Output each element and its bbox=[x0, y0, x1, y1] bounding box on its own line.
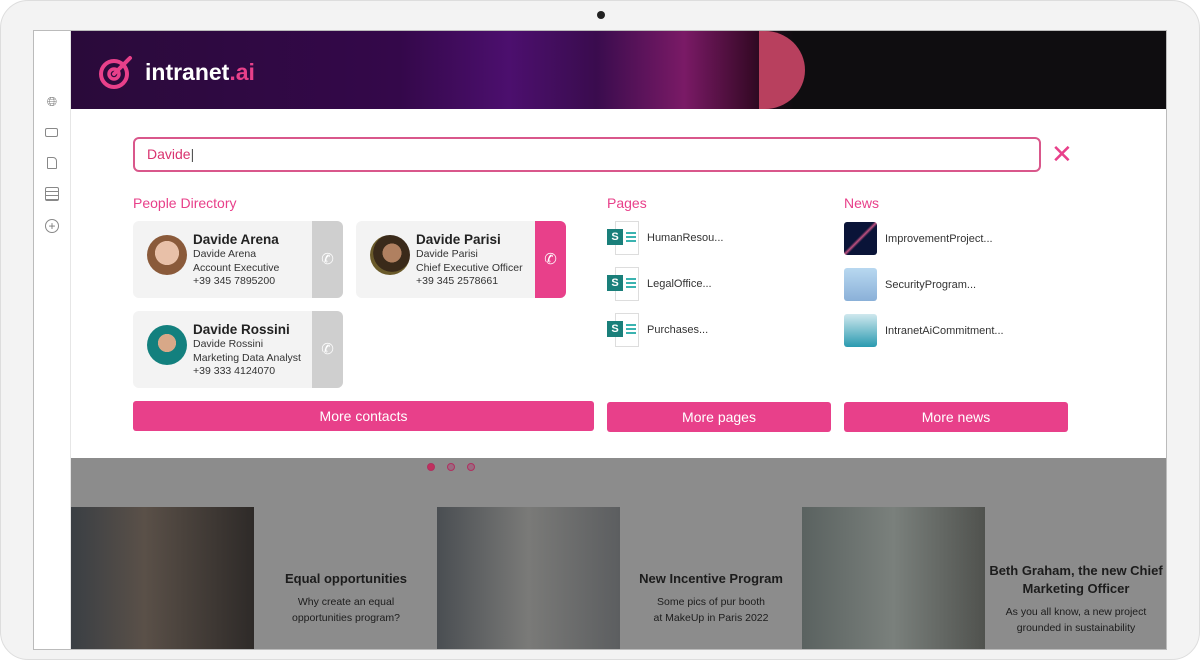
add-circle-icon[interactable]: + bbox=[45, 219, 59, 233]
avatar bbox=[147, 325, 187, 365]
contact-role: Account Executive bbox=[193, 261, 280, 274]
sharepoint-icon: S bbox=[607, 221, 639, 255]
contact-name: Davide Arena bbox=[193, 232, 279, 247]
page-item[interactable]: S HumanResou... bbox=[607, 221, 723, 255]
phone-icon[interactable]: ✆ bbox=[312, 221, 343, 298]
news-item[interactable]: SecurityProgram... bbox=[844, 268, 976, 301]
carousel-dot[interactable] bbox=[427, 463, 435, 471]
news-thumbnail bbox=[844, 268, 877, 301]
logo-icon bbox=[99, 56, 132, 89]
contact-role: Marketing Data Analyst bbox=[193, 351, 301, 364]
people-directory-title: People Directory bbox=[133, 195, 237, 211]
avatar bbox=[370, 235, 410, 275]
avatar bbox=[147, 235, 187, 275]
news-item[interactable]: ImprovementProject... bbox=[844, 222, 993, 255]
news-card-text: New Incentive Program Some pics of pur bo… bbox=[639, 571, 783, 624]
brand-name: intranet bbox=[145, 58, 230, 85]
sharepoint-icon: S bbox=[607, 313, 639, 347]
contact-display: Davide Rossini bbox=[193, 338, 264, 350]
search-input[interactable]: Davide| bbox=[133, 137, 1041, 172]
phone-icon[interactable]: ✆ bbox=[535, 221, 566, 298]
sharepoint-icon: S bbox=[607, 267, 639, 301]
contact-display: Davide Parisi bbox=[416, 248, 478, 260]
globe-icon[interactable]: 🌐︎ bbox=[45, 95, 59, 109]
news-image[interactable] bbox=[802, 507, 985, 649]
page-item[interactable]: S Purchases... bbox=[607, 313, 708, 347]
phone-icon[interactable]: ✆ bbox=[312, 311, 343, 388]
more-news-button[interactable]: More news bbox=[844, 402, 1068, 432]
close-icon[interactable]: ✕ bbox=[1051, 141, 1073, 167]
contact-display: Davide Arena bbox=[193, 248, 257, 260]
id-card-icon[interactable] bbox=[45, 128, 58, 137]
contact-card[interactable]: Davide Rossini Davide Rossini Marketing Da… bbox=[133, 311, 343, 388]
pages-title: Pages bbox=[607, 195, 647, 211]
news-image[interactable] bbox=[437, 507, 620, 649]
news-item[interactable]: IntranetAiCommitment... bbox=[844, 314, 1004, 347]
contact-phone: +39 345 7895200 bbox=[193, 275, 276, 287]
news-card-text: Equal opportunities Why create an equal op… bbox=[284, 571, 408, 624]
page-item[interactable]: S LegalOffice... bbox=[607, 267, 712, 301]
contact-role: Chief Executive Officer bbox=[416, 261, 523, 274]
document-icon[interactable] bbox=[47, 157, 57, 169]
search-panel: Davide| ✕ People Directory Davide Arena D… bbox=[71, 109, 1166, 458]
sidebar: 🌐︎ + bbox=[34, 31, 71, 649]
news-thumbnail bbox=[844, 314, 877, 347]
database-icon[interactable] bbox=[45, 187, 59, 201]
banner-stripe bbox=[759, 31, 805, 109]
camera bbox=[597, 11, 605, 19]
news-card-text: Beth Graham, the new Chief Marketing Off… bbox=[989, 563, 1163, 634]
more-pages-button[interactable]: More pages bbox=[607, 402, 831, 432]
contact-card[interactable]: Davide Parisi Davide Parisi Chief Executiv… bbox=[356, 221, 566, 298]
contact-phone: +39 345 2578661 bbox=[416, 275, 499, 287]
more-contacts-button[interactable]: More contacts bbox=[133, 401, 594, 431]
carousel-dot[interactable] bbox=[447, 463, 455, 471]
logo[interactable]: intranet.ai bbox=[97, 53, 255, 91]
brand-suffix: .ai bbox=[229, 58, 255, 85]
carousel-dot[interactable] bbox=[467, 463, 475, 471]
header-banner: intranet.ai bbox=[71, 31, 1166, 109]
contact-phone: +39 333 4124070 bbox=[193, 365, 276, 377]
news-carousel: Equal opportunities Why create an equal op… bbox=[71, 458, 1166, 649]
news-title: News bbox=[844, 195, 880, 211]
screen: 🌐︎ + intranet.ai Davide| ✕ People Direct… bbox=[33, 30, 1167, 650]
news-thumbnail bbox=[844, 222, 877, 255]
contact-card[interactable]: Davide Arena Davide Arena Account Executiv… bbox=[133, 221, 343, 298]
contact-name: Davide Parisi bbox=[416, 232, 501, 247]
contact-name: Davide Rossini bbox=[193, 322, 290, 337]
news-image[interactable] bbox=[71, 507, 254, 649]
